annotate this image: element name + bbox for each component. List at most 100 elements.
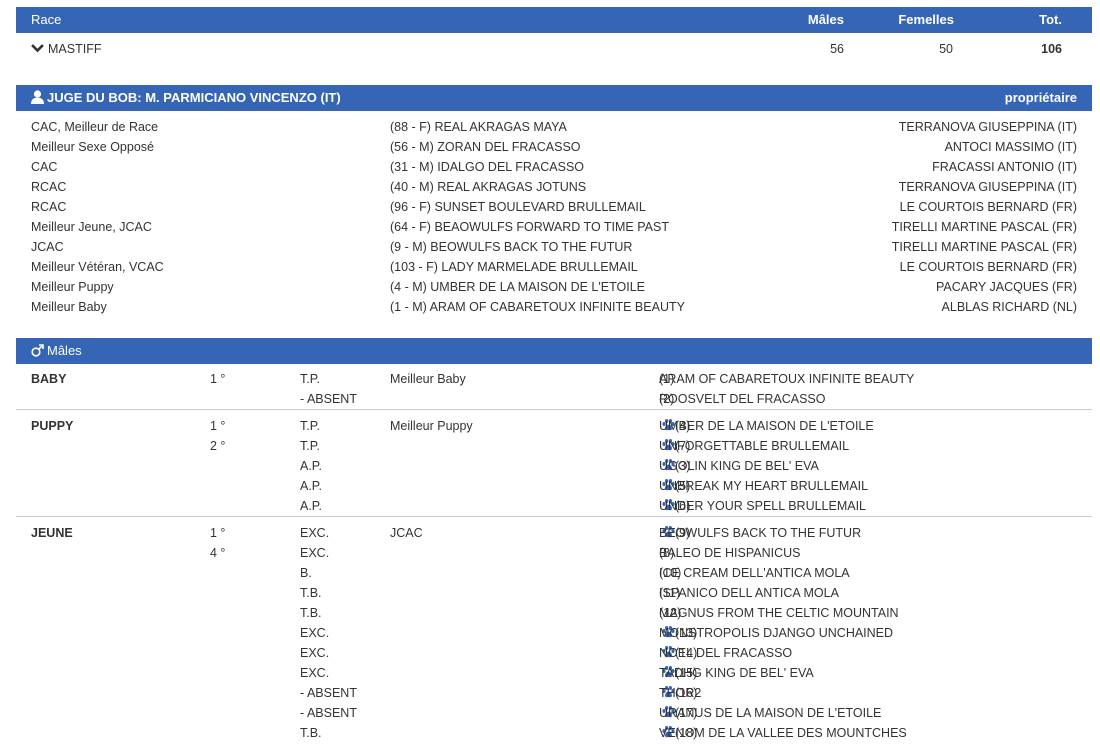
entry-place: 1 ° [210,526,226,540]
award-owner: TIRELLI MARTINE PASCAL (FR) [891,220,1077,234]
entry-row: 1 ° EXC. JCAC BEOWULFS BACK TO THE FUTUR (9… [16,523,1092,543]
entry-number: (3) [675,459,691,473]
race-name[interactable]: MASTIFF [48,39,101,59]
award-row: CAC (31 - M) IDALGO DEL FRACASSO FRACASSI … [16,157,1092,177]
entry-grade: EXC. [300,546,330,560]
entry-row: EXC. MONSTROPOLIS DJANGO UNCHAINED (13) [16,623,1092,643]
femelles-column-header: Femelles [898,12,954,27]
award-row: Meilleur Puppy (4 - M) UMBER DE LA MAISON… [16,277,1092,297]
entry-dog-wrap[interactable]: UNDER YOUR SPELL BRULLEMAIL (6) [659,496,866,516]
award-title: JCAC [31,240,64,254]
award-dog[interactable]: (9 - M) BEOWULFS BACK TO THE FUTUR [390,237,632,257]
award-title: Meilleur Sexe Opposé [31,140,154,154]
entry-row: 4 ° EXC. BALEO DE HISPANICUS (8) [16,543,1092,563]
award-owner: PACARY JACQUES (FR) [936,280,1077,294]
males-section-header: Mâles [16,338,1092,364]
award-dog[interactable]: (4 - M) UMBER DE LA MAISON DE L'ETOILE [390,277,645,297]
entry-dog-name[interactable]: UNBREAK MY HEART BRULLEMAIL [659,476,868,496]
entry-dog-wrap[interactable]: BEOWULFS BACK TO THE FUTUR (9) [659,523,861,543]
entry-grade: T.B. [300,586,322,600]
award-title: CAC, Meilleur de Race [31,120,159,134]
entry-dog-wrap[interactable]: URANUS DE LA MAISON DE L'ETOILE (17) [659,703,881,723]
entry-row: A.P. UNDER YOUR SPELL BRULLEMAIL (6) [16,496,1092,516]
entry-grade: T.P. [300,439,320,453]
entry-number: (8) [659,546,675,560]
award-owner: TERRANOVA GIUSEPPINA (IT) [898,120,1077,134]
entry-number: (16) [675,686,698,700]
user-icon [31,90,44,104]
award-title: RCAC [31,180,67,194]
entry-row: A.P. UNBREAK MY HEART BRULLEMAIL (5) [16,476,1092,496]
award-row: RCAC (96 - F) SUNSET BOULEVARD BRULLEMAIL… [16,197,1092,217]
award-dog[interactable]: (64 - F) BEAOWULFS FORWARD TO TIME PAST [390,217,669,237]
award-owner: ALBLAS RICHARD (NL) [941,300,1077,314]
race-table-header: Race Mâles Femelles Tot. [16,7,1092,33]
award-owner: LE COURTOIS BERNARD (FR) [899,200,1077,214]
award-title: Meilleur Baby [31,300,107,314]
entry-dog-wrap[interactable]: UMBER DE LA MAISON DE L'ETOILE (4) [659,416,874,436]
entry-dog-name[interactable]: MAGNUS FROM THE CELTIC MOUNTAIN [659,603,899,623]
award-dog[interactable]: (40 - M) REAL AKRAGAS JOTUNS [390,177,586,197]
entry-row: - ABSENT ROOSVELT DEL FRACASSO (2) [16,389,1092,409]
award-row: Meilleur Sexe Opposé (56 - M) ZORAN DEL F… [16,137,1092,157]
entry-dog-wrap[interactable]: VENOM DE LA VALLEE DES MOUNTCHES (18) [659,723,907,743]
chevron-down-icon[interactable] [31,39,44,65]
entry-row: EXC. TADHG KING DE BEL' EVA (15) [16,663,1092,683]
judge-title: JUGE DU BOB: M. PARMICIANO VINCENZO (IT) [47,90,341,105]
entry-grade: A.P. [300,459,323,473]
award-dog[interactable]: (56 - M) ZORAN DEL FRACASSO [390,137,581,157]
entry-dog-name[interactable]: ROOSVELT DEL FRACASSO [659,389,825,409]
entry-number: (11) [659,586,681,600]
entry-row: 1 ° T.P. Meilleur Puppy UMBER DE LA MAISON … [16,416,1092,436]
entry-grade: T.P. [300,419,320,433]
entry-number: (15) [675,666,698,680]
entry-dog-wrap[interactable]: UGOLIN KING DE BEL' EVA (3) [659,456,819,476]
entry-dog-wrap[interactable]: NOEL DEL FRACASSO (14) [659,643,792,663]
entry-number: (6) [675,499,691,513]
entry-dog-name[interactable]: UMBER DE LA MAISON DE L'ETOILE [659,416,874,436]
class-divider [16,516,1092,517]
entry-number: (10) [659,566,682,580]
entry-row: B. ICE CREAM DELL'ANTICA MOLA (10) [16,563,1092,583]
race-row-mastiff[interactable]: MASTIFF 56 50 106 [16,39,1092,59]
award-dog[interactable]: (88 - F) REAL AKRAGAS MAYA [390,117,567,137]
award-title: CAC [31,160,58,174]
entry-dog-wrap[interactable]: TADHG KING DE BEL' EVA (15) [659,663,814,683]
award-title: RCAC [31,200,67,214]
award-owner: TIRELLI MARTINE PASCAL (FR) [891,240,1077,254]
award-dog[interactable]: (1 - M) ARAM OF CABARETOUX INFINITE BEAU… [390,297,685,317]
entry-place: 1 ° [210,372,226,386]
entry-dog-wrap[interactable]: UNBREAK MY HEART BRULLEMAIL (5) [659,476,868,496]
entry-dog-wrap[interactable]: UNFORGETTABLE BRULLEMAIL (7) [659,436,849,456]
entry-dog-name[interactable]: ISPANICO DELL ANTICA MOLA [659,583,839,603]
entry-number: (9) [675,526,691,540]
race-males-count: 56 [830,42,844,56]
entry-dog-name[interactable]: BALEO DE HISPANICUS [659,543,800,563]
entry-number: (14) [675,646,698,660]
entry-dog-wrap[interactable]: MONSTROPOLIS DJANGO UNCHAINED (13) [659,623,893,643]
entry-grade: EXC. [300,666,330,680]
award-row: Meilleur Vétéran, VCAC (103 - F) LADY MAR… [16,257,1092,277]
award-dog[interactable]: (96 - F) SUNSET BOULEVARD BRULLEMAIL [390,197,646,217]
entry-row: 1 ° T.P. Meilleur Baby ARAM OF CABARETOUX I… [16,369,1092,389]
entry-dog-name[interactable]: ICE CREAM DELL'ANTICA MOLA [659,563,850,583]
award-row: JCAC (9 - M) BEOWULFS BACK TO THE FUTUR TI… [16,237,1092,257]
entry-place: 1 ° [210,419,226,433]
award-row: Meilleur Jeune, JCAC (64 - F) BEAOWULFS F… [16,217,1092,237]
entry-row: - ABSENT URANUS DE LA MAISON DE L'ETOILE … [16,703,1092,723]
owner-column-header: propriétaire [1004,90,1077,105]
award-dog[interactable]: (31 - M) IDALGO DEL FRACASSO [390,157,584,177]
males-title-wrap: Mâles [31,338,82,364]
entry-award: Meilleur Puppy [390,419,473,433]
entry-grade: - ABSENT [300,686,357,700]
award-owner: TERRANOVA GIUSEPPINA (IT) [898,180,1077,194]
judge-header: JUGE DU BOB: M. PARMICIANO VINCENZO (IT)… [16,85,1092,111]
entry-place: 2 ° [210,439,226,453]
entry-number: (2) [659,392,675,406]
award-dog[interactable]: (103 - F) LADY MARMELADE BRULLEMAIL [390,257,638,277]
entry-dog-wrap[interactable]: THOR2 (16) [659,683,701,703]
entry-dog-name[interactable]: ARAM OF CABARETOUX INFINITE BEAUTY [659,369,914,389]
males-column-header: Mâles [807,12,844,27]
race-femelles-count: 50 [939,42,953,56]
class-divider [16,409,1092,410]
